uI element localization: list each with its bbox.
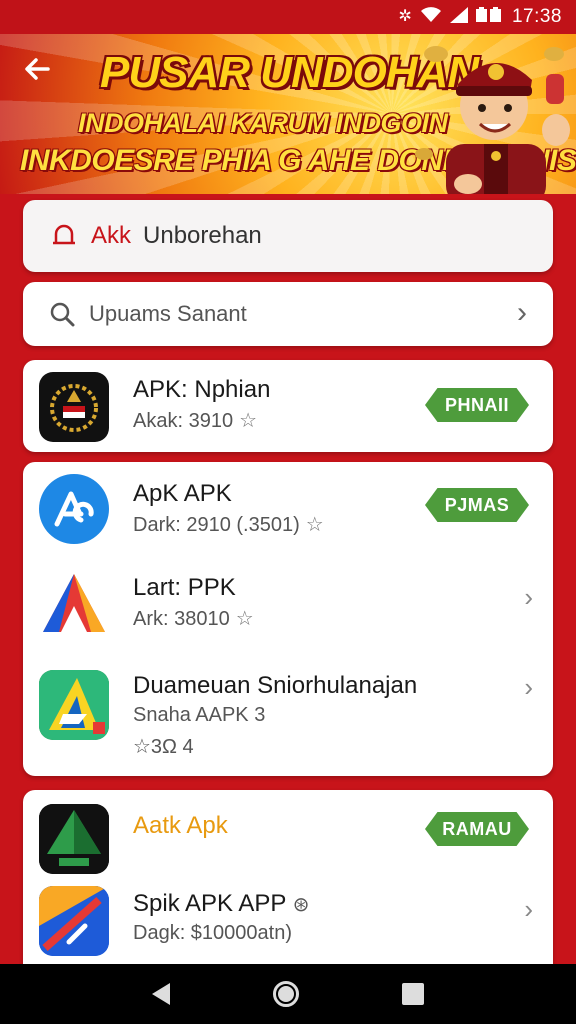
app-meta-text: Akak: 3910 <box>133 410 234 432</box>
app-name: ApK APK <box>133 480 232 507</box>
app-tools-icon <box>39 886 109 956</box>
app-meta: Snaha AAPK 3 <box>133 704 266 726</box>
app-triangle-icon <box>39 570 109 640</box>
chevron-right-icon[interactable]: › <box>517 298 527 328</box>
signal-icon <box>449 7 468 27</box>
app-emblem-icon <box>39 372 109 442</box>
star-icon: ☆ <box>305 514 324 536</box>
app-meta: Dagk: $10000atn) <box>133 922 293 944</box>
app-meta: Dark: 2910 (.3501) ☆ <box>133 512 324 537</box>
unboxing-label: Unborehan <box>143 222 262 249</box>
nav-back-icon[interactable] <box>151 983 170 1005</box>
bell-icon <box>53 224 75 245</box>
list-item[interactable]: Duameuan Sniorhulanajan Snaha AAPK 3 ☆3Ω… <box>23 658 553 776</box>
app-rating: ☆3Ω 4 <box>133 736 194 758</box>
wifi-icon <box>420 7 442 27</box>
app-play-icon <box>39 670 109 740</box>
verified-icon: ⊛ <box>292 894 310 916</box>
nav-home-icon[interactable] <box>272 981 299 1007</box>
app-meta-text: Ark: 38010 <box>133 608 230 630</box>
app-card: ApK APK Dark: 2910 (.3501) ☆ PJMAS Lart: … <box>23 462 553 776</box>
battery-icon <box>475 7 504 27</box>
search-input[interactable]: Upuams Sanant <box>89 301 247 327</box>
star-icon: ☆ <box>235 608 254 630</box>
app-pyramid-icon <box>39 804 109 874</box>
app-name: APK: Nphian <box>133 376 271 403</box>
vibrate-icon: ✲ <box>398 8 412 25</box>
install-button[interactable]: PJMAS <box>425 488 529 522</box>
star-icon: ☆ <box>239 410 258 432</box>
banner-subtitle-1: INDOHALAI KARUM INDGOIN <box>78 108 448 138</box>
promo-banner[interactable]: PUSAR UNDOHAN INDOHALAI KARUM INDGOIN IN… <box>0 34 576 194</box>
install-button[interactable]: PHNAII <box>425 388 529 422</box>
list-item[interactable]: APK: Nphian Akak: 3910 ☆ PHNAII <box>23 360 553 452</box>
app-name: Lart: PPK <box>133 574 236 601</box>
nav-recents-icon[interactable] <box>402 983 425 1005</box>
list-item[interactable]: Aatk Apk RAMAU <box>23 790 553 876</box>
chevron-right-icon[interactable]: › <box>524 672 533 703</box>
list-item[interactable]: Lart: PPK Ark: 38010 ☆ › <box>23 558 553 658</box>
search-bar[interactable]: Upuams Sanant › <box>23 282 553 346</box>
app-meta-text: Dark: 2910 (.3501) <box>133 514 300 536</box>
app-name: Spik APK APP ⊛ <box>133 890 309 918</box>
status-bar: ✲ 17:38 <box>0 0 576 34</box>
search-icon <box>50 302 75 327</box>
install-button[interactable]: RAMAU <box>425 812 529 846</box>
app-name-text: Spik APK APP <box>133 890 286 917</box>
status-time: 17:38 <box>511 6 562 27</box>
app-name: Duameuan Sniorhulanajan <box>133 672 418 699</box>
app-meta: Ark: 38010 ☆ <box>133 606 254 631</box>
app-name: Aatk Apk <box>133 812 228 839</box>
mascot-illustration <box>415 46 570 194</box>
system-nav-bar <box>0 964 576 1024</box>
chevron-right-icon[interactable]: › <box>524 894 533 925</box>
app-card: APK: Nphian Akak: 3910 ☆ PHNAII <box>23 360 553 452</box>
app-store-icon <box>39 474 109 544</box>
unboxing-label-prefix: Akk <box>91 222 132 249</box>
back-arrow-icon[interactable] <box>22 54 62 94</box>
list-item[interactable]: Spik APK APP ⊛ Dagk: $10000atn) › <box>23 876 553 970</box>
chevron-right-icon[interactable]: › <box>524 582 533 613</box>
list-item[interactable]: ApK APK Dark: 2910 (.3501) ☆ PJMAS <box>23 462 553 558</box>
app-meta: Akak: 3910 ☆ <box>133 408 257 433</box>
unboxing-card[interactable]: Akk Unborehan <box>23 200 553 272</box>
app-card: Aatk Apk RAMAU Spik APK APP ⊛ Dagk: $100… <box>23 790 553 970</box>
